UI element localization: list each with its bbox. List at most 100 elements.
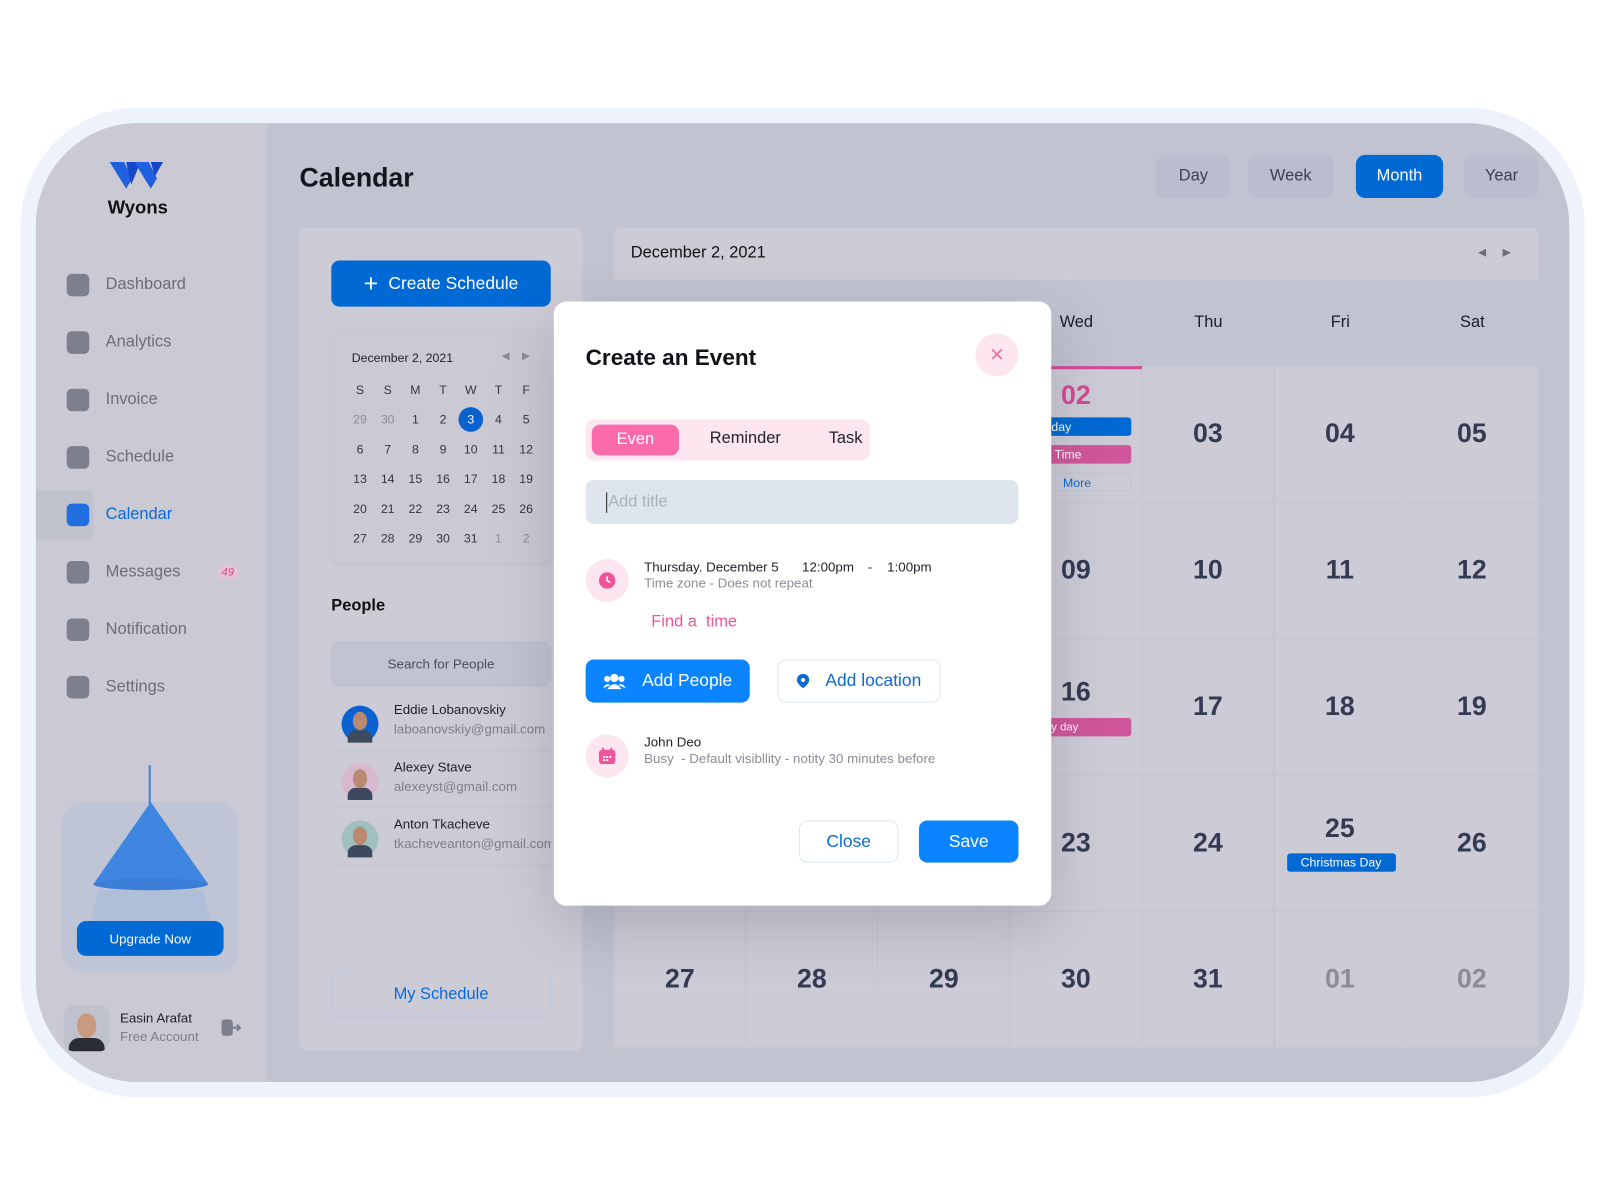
my-schedule-button[interactable]: My Schedule: [331, 971, 551, 1018]
sidebar: Wyons Dashboard Analytics Invoice Schedu…: [35, 123, 267, 1083]
day-number: 01: [1324, 963, 1355, 994]
mini-day[interactable]: 28: [374, 531, 401, 545]
tab-task[interactable]: Task: [829, 430, 863, 448]
mini-day[interactable]: 10: [457, 442, 484, 456]
mini-day[interactable]: 9: [430, 442, 457, 456]
calendar-day-cell[interactable]: 29: [878, 911, 1011, 1049]
calendar-day-cell[interactable]: 04: [1274, 366, 1407, 503]
view-year-button[interactable]: Year: [1464, 154, 1539, 198]
prev-month-icon[interactable]: ◀: [1478, 247, 1486, 258]
mini-day[interactable]: 13: [347, 472, 374, 486]
event-end[interactable]: 1:00pm: [887, 559, 931, 574]
calendar-day-cell[interactable]: 11: [1274, 502, 1407, 639]
add-location-button[interactable]: Add location: [777, 659, 941, 703]
view-day-button[interactable]: Day: [1155, 154, 1231, 198]
person-row[interactable]: Eddie Lobanovskiy laboanovskiy@gmail.com: [331, 693, 551, 751]
create-schedule-button[interactable]: + Create Schedule: [331, 260, 551, 307]
calendar-day-cell[interactable]: 28: [746, 911, 879, 1049]
sidebar-item-notification[interactable]: Notification: [36, 607, 267, 652]
person-row[interactable]: Anton Tkacheve tkacheveanton@gmail.com: [331, 808, 551, 866]
mini-day[interactable]: 5: [513, 412, 540, 426]
mini-day[interactable]: 16: [430, 472, 457, 486]
calendar-day-cell[interactable]: 05: [1406, 366, 1539, 503]
save-button[interactable]: Save: [918, 820, 1019, 863]
sidebar-item-analytics[interactable]: Analytics: [36, 320, 267, 365]
sidebar-item-dashboard[interactable]: Dashboard: [36, 263, 267, 308]
view-week-button[interactable]: Week: [1248, 154, 1334, 198]
mini-day[interactable]: 22: [402, 502, 429, 516]
sidebar-item-messages[interactable]: Messages 49: [36, 550, 267, 595]
calendar-day-cell[interactable]: 03: [1142, 366, 1275, 503]
event-title-input[interactable]: Add title: [585, 479, 1019, 525]
calendar-day-cell[interactable]: 12: [1406, 502, 1539, 639]
calendar-day-cell[interactable]: 19: [1406, 638, 1539, 776]
calendar-day-cell[interactable]: 27: [614, 911, 747, 1049]
event-start[interactable]: 12:00pm: [802, 559, 854, 574]
modal-title: Create an Event: [585, 344, 757, 371]
mini-day[interactable]: 1: [485, 531, 512, 545]
upgrade-now-button[interactable]: Upgrade Now: [76, 921, 224, 956]
tab-reminder[interactable]: Reminder: [710, 430, 781, 448]
view-month-button[interactable]: Month: [1355, 154, 1444, 198]
mini-day[interactable]: 1: [402, 412, 429, 426]
mini-day[interactable]: 7: [374, 442, 401, 456]
calendar-day-cell[interactable]: 10: [1142, 502, 1275, 639]
tab-even[interactable]: Even: [591, 424, 679, 456]
calendar-day-cell[interactable]: 31: [1142, 911, 1275, 1049]
calendar-day-cell[interactable]: 18: [1274, 638, 1407, 776]
sidebar-item-invoice[interactable]: Invoice: [36, 377, 267, 422]
calendar-day-cell[interactable]: 24: [1142, 775, 1275, 912]
mini-day[interactable]: 20: [347, 502, 374, 516]
mini-prev-icon[interactable]: ◀: [502, 351, 510, 362]
calendar-day-cell[interactable]: 25 Christmas Day: [1274, 775, 1407, 912]
mini-day[interactable]: 23: [430, 502, 457, 516]
mini-day[interactable]: 24: [457, 502, 484, 516]
mini-day[interactable]: 21: [374, 502, 401, 516]
owner-detail[interactable]: Busy - Default visibllity - notity 30 mi…: [644, 751, 935, 766]
next-month-icon[interactable]: ▶: [1503, 247, 1511, 258]
person-row[interactable]: Alexey Stave alexeyst@gmail.com: [331, 751, 551, 809]
mini-day[interactable]: 26: [513, 502, 540, 516]
close-button[interactable]: Close: [798, 820, 899, 863]
mini-day[interactable]: 12: [513, 442, 540, 456]
find-time-link[interactable]: Find a time: [651, 613, 737, 631]
calendar-day-cell[interactable]: 02: [1406, 911, 1539, 1049]
mini-day[interactable]: 30: [430, 531, 457, 545]
calendar-day-cell[interactable]: 26: [1406, 775, 1539, 912]
mini-day[interactable]: 2: [513, 531, 540, 545]
mini-day[interactable]: 2: [430, 412, 457, 426]
calendar-day-cell[interactable]: 01: [1274, 911, 1407, 1049]
mini-day[interactable]: 31: [457, 531, 484, 545]
mini-day[interactable]: 30: [374, 412, 401, 426]
mini-day[interactable]: 19: [513, 472, 540, 486]
sidebar-item-calendar[interactable]: Calendar: [35, 490, 267, 540]
mini-day[interactable]: 29: [402, 531, 429, 545]
mini-day[interactable]: 17: [457, 472, 484, 486]
event-christmas-day[interactable]: Christmas Day: [1286, 853, 1396, 872]
mini-day[interactable]: 29: [347, 412, 374, 426]
mini-day[interactable]: 6: [347, 442, 374, 456]
mini-day[interactable]: 18: [485, 472, 512, 486]
mini-day[interactable]: 8: [402, 442, 429, 456]
mini-calendar-title: December 2, 2021: [351, 350, 454, 366]
event-repeat[interactable]: Time zone - Does not repeat: [644, 575, 812, 590]
sidebar-item-schedule[interactable]: Schedule: [36, 435, 267, 480]
add-people-button[interactable]: Add People: [585, 659, 750, 703]
mini-day[interactable]: 3: [458, 407, 484, 432]
logout-icon[interactable]: [221, 1017, 242, 1038]
mini-next-icon[interactable]: ▶: [522, 351, 530, 362]
people-search-input[interactable]: Search for People: [331, 641, 551, 688]
calendar-day-cell[interactable]: 17: [1142, 638, 1275, 776]
sidebar-item-settings[interactable]: Settings: [36, 665, 267, 710]
calendar-day-cell[interactable]: 30: [1010, 911, 1143, 1049]
day-number: 19: [1456, 690, 1487, 722]
mini-day[interactable]: 4: [485, 412, 512, 426]
mini-day[interactable]: 27: [347, 531, 374, 545]
mini-day[interactable]: 11: [485, 442, 512, 456]
mini-day[interactable]: 15: [402, 472, 429, 486]
mini-day[interactable]: 25: [485, 502, 512, 516]
mini-day[interactable]: 14: [374, 472, 401, 486]
person-name: Anton Tkacheve: [393, 816, 490, 832]
close-icon[interactable]: ✕: [975, 333, 1019, 377]
event-date[interactable]: Thursday. December 5: [644, 559, 779, 574]
